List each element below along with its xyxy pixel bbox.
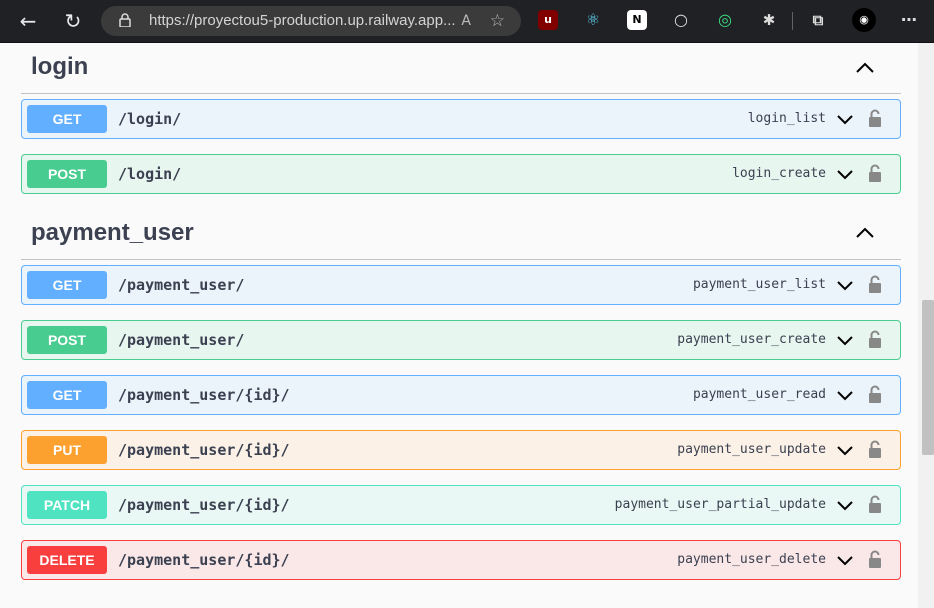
lock-icon[interactable] bbox=[868, 550, 882, 568]
section-divider bbox=[21, 259, 901, 260]
scrollbar-thumb[interactable] bbox=[922, 300, 934, 455]
chevron-down-icon[interactable] bbox=[836, 112, 854, 126]
method-badge: GET bbox=[27, 105, 107, 133]
operation-row[interactable]: GET /login/ login_list bbox=[21, 99, 901, 139]
address-bar[interactable]: https://proyectou5-production.up.railway… bbox=[101, 6, 521, 36]
operation-id: payment_user_delete bbox=[677, 552, 826, 567]
operation-row[interactable]: DELETE /payment_user/{id}/ payment_user_… bbox=[21, 540, 901, 580]
chevron-up-icon[interactable] bbox=[855, 61, 875, 75]
operation-row[interactable]: GET /payment_user/{id}/ payment_user_rea… bbox=[21, 375, 901, 415]
ublock-icon[interactable]: u bbox=[538, 10, 558, 30]
operation-path: /payment_user/ bbox=[118, 331, 245, 349]
toolbar-divider bbox=[792, 12, 793, 30]
operation-path: /payment_user/{id}/ bbox=[118, 441, 290, 459]
profile-avatar[interactable]: ◉ bbox=[852, 8, 876, 32]
method-badge: POST bbox=[27, 160, 107, 188]
chevron-down-icon[interactable] bbox=[836, 167, 854, 181]
operation-id: payment_user_create bbox=[677, 332, 826, 347]
chevron-down-icon[interactable] bbox=[836, 498, 854, 512]
lock-icon[interactable] bbox=[868, 495, 882, 513]
method-badge: GET bbox=[27, 381, 107, 409]
chevron-down-icon[interactable] bbox=[836, 443, 854, 457]
chevron-down-icon[interactable] bbox=[836, 278, 854, 292]
section-divider bbox=[21, 93, 901, 94]
operation-row[interactable]: GET /payment_user/ payment_user_list bbox=[21, 265, 901, 305]
lock-icon[interactable] bbox=[868, 275, 882, 293]
method-badge: PATCH bbox=[27, 491, 107, 519]
chevron-up-icon[interactable] bbox=[855, 226, 875, 240]
lock-icon[interactable] bbox=[868, 385, 882, 403]
operation-path: /payment_user/{id}/ bbox=[118, 551, 290, 569]
chevron-down-icon[interactable] bbox=[836, 553, 854, 567]
operation-row[interactable]: POST /payment_user/ payment_user_create bbox=[21, 320, 901, 360]
operation-path: /payment_user/ bbox=[118, 276, 245, 294]
lock-icon[interactable] bbox=[868, 164, 882, 182]
operation-id: payment_user_list bbox=[692, 277, 826, 292]
operation-id: payment_user_read bbox=[692, 387, 826, 402]
lock-icon bbox=[119, 13, 131, 27]
method-badge: PUT bbox=[27, 436, 107, 464]
notion-icon[interactable]: N bbox=[627, 10, 647, 30]
operation-id: login_list bbox=[747, 111, 826, 126]
method-badge: POST bbox=[27, 326, 107, 354]
read-aloud-icon[interactable]: A bbox=[461, 6, 471, 36]
operation-id: login_create bbox=[732, 166, 826, 181]
lightbulb-icon[interactable]: ○ bbox=[671, 10, 691, 30]
url-text: https://proyectou5-production.up.railway… bbox=[149, 12, 456, 29]
extension-ring-icon[interactable]: ◎ bbox=[715, 10, 735, 30]
chevron-down-icon[interactable] bbox=[836, 333, 854, 347]
operation-row[interactable]: PATCH /payment_user/{id}/ payment_user_p… bbox=[21, 485, 901, 525]
browser-toolbar: ← ↻ https://proyectou5-production.up.rai… bbox=[0, 0, 934, 43]
operation-row[interactable]: POST /login/ login_create bbox=[21, 154, 901, 194]
operation-path: /payment_user/{id}/ bbox=[118, 496, 290, 514]
lock-icon[interactable] bbox=[868, 109, 882, 127]
operation-id: payment_user_update bbox=[677, 442, 826, 457]
chevron-down-icon[interactable] bbox=[836, 388, 854, 402]
back-icon[interactable]: ← bbox=[16, 9, 40, 33]
operation-row[interactable]: PUT /payment_user/{id}/ payment_user_upd… bbox=[21, 430, 901, 470]
operation-path: /payment_user/{id}/ bbox=[118, 386, 290, 404]
section-title-payment-user[interactable]: payment_user bbox=[31, 219, 194, 247]
react-devtools-icon[interactable]: ⚛ bbox=[583, 10, 603, 30]
more-menu-icon[interactable]: ⋯ bbox=[899, 10, 919, 30]
method-badge: DELETE bbox=[27, 546, 107, 574]
swagger-content: login GET /login/ login_list POST /login… bbox=[0, 43, 918, 608]
operation-path: /login/ bbox=[118, 110, 182, 128]
lock-icon[interactable] bbox=[868, 330, 882, 348]
extensions-icon[interactable]: ✱ bbox=[759, 10, 779, 30]
operation-id: payment_user_partial_update bbox=[614, 497, 826, 512]
operation-path: /login/ bbox=[118, 165, 182, 183]
favorite-icon[interactable]: ☆ bbox=[490, 6, 505, 36]
section-title-login[interactable]: login bbox=[31, 53, 88, 81]
refresh-icon[interactable]: ↻ bbox=[61, 9, 85, 33]
collections-icon[interactable]: ⧉ bbox=[808, 10, 828, 30]
lock-icon[interactable] bbox=[868, 440, 882, 458]
method-badge: GET bbox=[27, 271, 107, 299]
